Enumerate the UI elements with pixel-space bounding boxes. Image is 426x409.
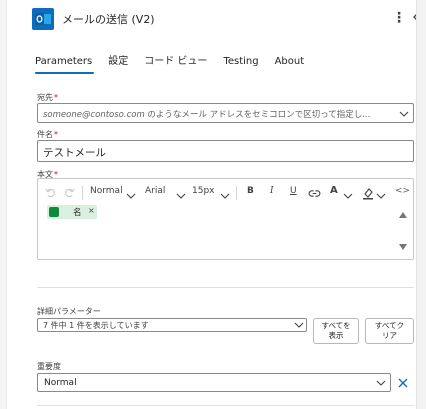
toolbar-separator bbox=[236, 186, 237, 200]
advanced-value: 7 件中 1 件を表示しています bbox=[43, 321, 149, 330]
to-label: 宛先* bbox=[37, 92, 58, 103]
chevron-down-icon[interactable] bbox=[126, 191, 136, 201]
font-value: Arial bbox=[145, 186, 166, 196]
clear-all-button[interactable]: すべてク リア bbox=[365, 318, 414, 344]
close-icon[interactable] bbox=[397, 377, 409, 389]
underline-button[interactable]: U bbox=[290, 186, 297, 196]
to-field[interactable]: someone@contoso.com のようなメール アドレスをセミコロンで区… bbox=[37, 103, 414, 123]
tab-parameters[interactable]: Parameters bbox=[35, 56, 98, 76]
required-mark: * bbox=[54, 93, 58, 102]
format-value: Normal bbox=[90, 186, 123, 196]
subject-value: テストメール bbox=[43, 147, 106, 159]
action-panel: メールの送信 (V2) ⋮ Parameters 設定 コード ビュー Test… bbox=[7, 0, 420, 409]
size-dropdown[interactable]: 15px bbox=[192, 186, 215, 196]
highlight-icon[interactable] bbox=[362, 187, 374, 200]
outlook-icon bbox=[32, 8, 54, 30]
left-rail bbox=[0, 0, 7, 409]
clear-all-label: すべてク bbox=[374, 321, 405, 330]
redo-icon[interactable] bbox=[64, 187, 75, 198]
tab-bar: Parameters 設定 コード ビュー Testing About bbox=[35, 56, 320, 78]
show-all-button[interactable]: すべてを 表示 bbox=[313, 318, 359, 344]
bold-button[interactable]: B bbox=[247, 186, 254, 196]
to-placeholder-email: someone@contoso.com bbox=[43, 110, 145, 120]
link-icon[interactable] bbox=[308, 189, 321, 198]
show-all-label: すべてを bbox=[321, 321, 351, 330]
to-label-text: 宛先 bbox=[37, 93, 53, 102]
show-all-label: 表示 bbox=[328, 331, 344, 340]
chevron-down-icon[interactable] bbox=[343, 191, 353, 201]
tab-settings[interactable]: 設定 bbox=[108, 56, 134, 76]
required-mark: * bbox=[54, 130, 58, 139]
importance-value: Normal bbox=[44, 378, 77, 388]
subject-label: 件名* bbox=[37, 129, 58, 140]
chevron-down-icon[interactable] bbox=[220, 191, 230, 201]
importance-label: 重要度 bbox=[37, 362, 61, 371]
right-rail bbox=[416, 0, 426, 409]
editor-toolbar: Normal Arial 15px B I U A <> bbox=[38, 183, 413, 203]
token-remove-icon[interactable]: × bbox=[88, 206, 95, 215]
toolbar-separator bbox=[82, 186, 83, 200]
font-color-button[interactable]: A bbox=[330, 185, 338, 196]
to-placeholder-text: のようなメール アドレスをセミコロンで区切って指定し... bbox=[144, 110, 371, 120]
size-value: 15px bbox=[192, 186, 215, 196]
dynamic-content-token[interactable]: 名 × bbox=[47, 205, 97, 219]
excel-icon bbox=[49, 207, 59, 217]
section-divider bbox=[37, 405, 414, 406]
scroll-up-arrow-icon[interactable] bbox=[398, 211, 408, 219]
advanced-parameters-dropdown[interactable]: 7 件中 1 件を表示しています bbox=[37, 318, 307, 332]
tab-testing[interactable]: Testing bbox=[223, 56, 264, 76]
more-vertical-icon[interactable]: ⋮ bbox=[392, 9, 406, 27]
tab-about[interactable]: About bbox=[275, 56, 311, 76]
chevron-down-icon[interactable] bbox=[376, 191, 386, 201]
chevron-down-icon[interactable] bbox=[294, 320, 304, 330]
chevron-down-icon[interactable] bbox=[376, 378, 386, 388]
italic-button[interactable]: I bbox=[270, 186, 274, 196]
section-divider bbox=[37, 287, 414, 288]
subject-field[interactable]: テストメール bbox=[37, 140, 414, 162]
importance-dropdown[interactable]: Normal bbox=[37, 373, 391, 392]
advanced-label: 詳細パラメーター bbox=[37, 307, 101, 316]
clear-all-label: リア bbox=[382, 331, 397, 340]
to-placeholder: someone@contoso.com のようなメール アドレスをセミコロンで区… bbox=[43, 108, 388, 120]
token-label: 名 bbox=[73, 208, 82, 218]
action-title: メールの送信 (V2) bbox=[62, 13, 155, 26]
scroll-down-arrow-icon[interactable] bbox=[398, 243, 408, 251]
tab-code-view[interactable]: コード ビュー bbox=[144, 56, 213, 76]
subject-label-text: 件名 bbox=[37, 130, 53, 139]
undo-icon[interactable] bbox=[45, 187, 56, 198]
chevron-down-icon[interactable] bbox=[399, 109, 409, 119]
chevron-down-icon[interactable] bbox=[176, 191, 186, 201]
font-dropdown[interactable]: Arial bbox=[145, 186, 165, 196]
format-dropdown[interactable]: Normal bbox=[90, 186, 123, 196]
code-view-button[interactable]: <> bbox=[395, 186, 410, 196]
body-editor[interactable]: Normal Arial 15px B I U A <> 名 × bbox=[37, 178, 414, 260]
